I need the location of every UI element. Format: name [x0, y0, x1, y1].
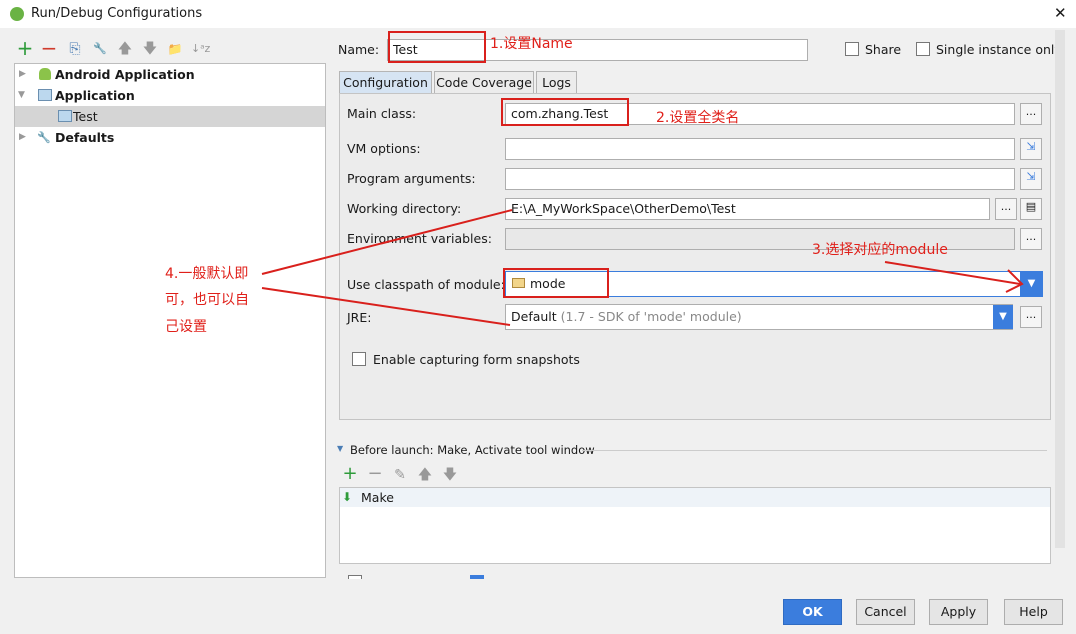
arrow-line-working-dir [261, 209, 513, 275]
arrow-line-jre [261, 287, 511, 326]
arrow-head-icon [1005, 269, 1024, 293]
arrow-line-module [884, 261, 1021, 285]
annotation-arrows [261, 209, 1024, 326]
